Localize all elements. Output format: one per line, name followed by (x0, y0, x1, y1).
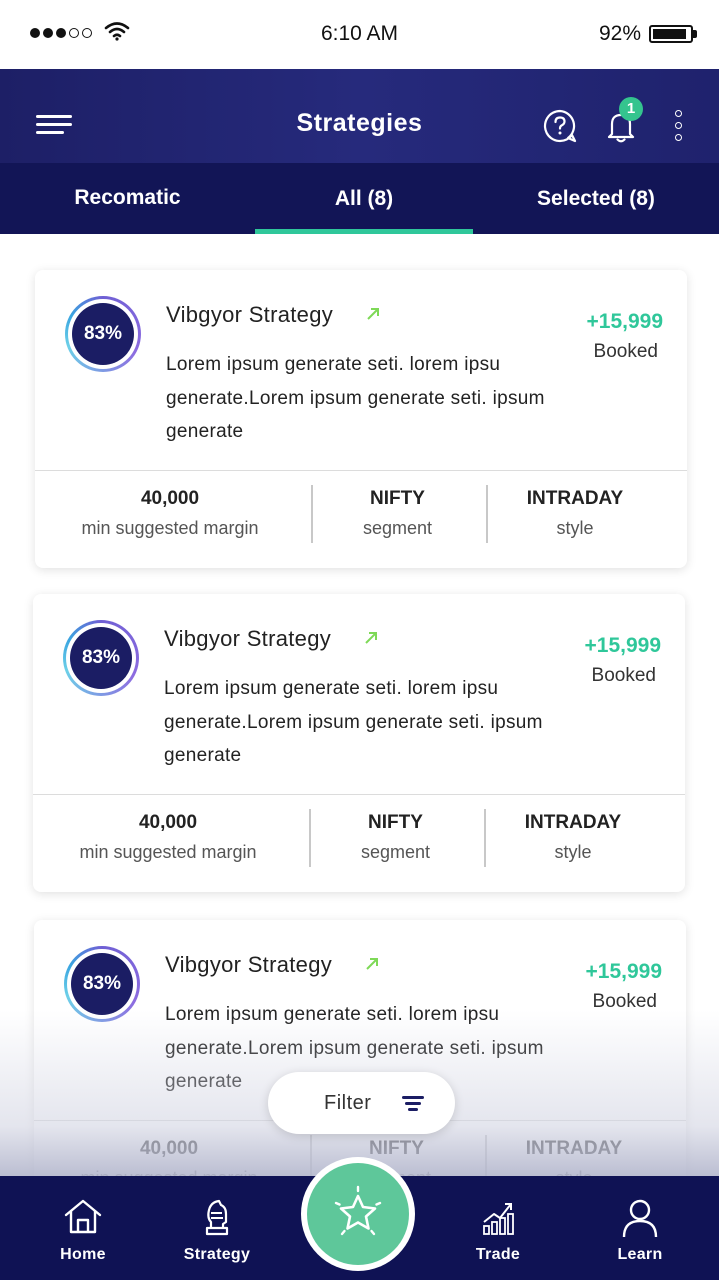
battery-icon (649, 25, 693, 43)
strategy-card[interactable]: 83% Vibgyor Strategy Lorem ipsum generat… (33, 594, 685, 892)
tab-label: Recomatic (74, 186, 181, 209)
nav-trade[interactable]: Trade (445, 1176, 551, 1280)
pnl-status: Booked (593, 341, 658, 362)
style-label: style (554, 842, 592, 862)
status-bar: 6:10 AM 92% (0, 0, 719, 69)
home-icon (64, 1199, 102, 1234)
nav-strategy[interactable]: Strategy (164, 1176, 270, 1280)
style-label: style (556, 518, 594, 538)
tab-label: All (8) (334, 187, 394, 210)
strategy-description: Lorem ipsum generate seti. lorem ipsu ge… (164, 678, 543, 766)
bar-chart-icon (483, 1203, 514, 1235)
strategy-card[interactable]: 83% Vibgyor Strategy Lorem ipsum generat… (34, 920, 686, 1176)
user-icon (622, 1199, 658, 1238)
strategy-name: Vibgyor Strategy (165, 952, 333, 977)
style-stat: INTRADAY style (488, 812, 658, 863)
trend-up-icon (367, 308, 379, 320)
trend-up-icon (366, 958, 378, 970)
margin-label: min suggested margin (81, 518, 259, 538)
pnl-amount: +15,999 (584, 634, 662, 657)
stat-separator (310, 1135, 312, 1176)
tab-recomatic[interactable]: Recomatic (0, 163, 255, 234)
tab-bar: Recomatic All (8) Selected (8) (0, 163, 719, 234)
battery-tip (693, 30, 697, 38)
score-ring: 83% (63, 620, 139, 696)
filter-label: Filter (324, 1092, 372, 1114)
strategy-name: Vibgyor Strategy (164, 626, 332, 651)
stat-separator (311, 485, 313, 543)
style-value: INTRADAY (525, 1138, 623, 1159)
style-value: INTRADAY (524, 812, 622, 833)
pnl-amount: +15,999 (585, 960, 663, 983)
segment-value: NIFTY (370, 488, 425, 509)
card-divider (35, 470, 687, 471)
pnl-status: Booked (592, 991, 657, 1012)
trend-up-icon (365, 632, 377, 644)
nav-home-label: Home (60, 1246, 106, 1263)
margin-stat: 40,000 min suggested margin (55, 488, 285, 539)
nav-home[interactable]: Home (30, 1176, 136, 1280)
featured-star-button[interactable] (301, 1157, 415, 1271)
style-label: style (489, 1168, 659, 1176)
score-ring: 83% (64, 946, 140, 1022)
nav-strategy-label: Strategy (183, 1246, 251, 1263)
stat-separator (485, 1135, 487, 1176)
strategy-description: Lorem ipsum generate seti. lorem ipsu ge… (166, 354, 545, 442)
star-icon (334, 1185, 382, 1236)
stat-separator (486, 485, 488, 543)
score-value: 83% (71, 953, 133, 1015)
style-stat: INTRADAY style (490, 488, 660, 539)
margin-label: min suggested margin (54, 1168, 284, 1176)
pnl-status: Booked (591, 665, 656, 686)
margin-stat: 40,000 min suggested margin (53, 812, 283, 863)
nav-learn[interactable]: Learn (587, 1176, 693, 1280)
margin-value: 40,000 (140, 488, 200, 509)
style-value: INTRADAY (526, 488, 624, 509)
strategy-card[interactable]: 83% Vibgyor Strategy Lorem ipsum generat… (35, 270, 687, 568)
help-icon[interactable] (543, 109, 577, 143)
style-stat: INTRADAY style (489, 1138, 659, 1176)
strategy-name: Vibgyor Strategy (166, 302, 334, 327)
segment-value: NIFTY (368, 812, 423, 833)
pnl-amount: +15,999 (586, 310, 664, 333)
segment-stat: NIFTY segment (315, 488, 480, 539)
stat-separator (309, 809, 311, 867)
more-options-icon[interactable] (675, 110, 682, 141)
battery-percent: 92% (598, 22, 641, 45)
score-ring: 83% (65, 296, 141, 372)
margin-label: min suggested margin (79, 842, 257, 862)
score-value: 83% (70, 627, 132, 689)
stat-separator (484, 809, 486, 867)
tab-all[interactable]: All (8) (255, 163, 473, 234)
strategy-list[interactable]: 83% Vibgyor Strategy Lorem ipsum generat… (0, 234, 719, 1176)
margin-value: 40,000 (139, 1138, 199, 1159)
segment-label: segment (362, 518, 433, 538)
segment-stat: NIFTY segment (313, 812, 478, 863)
segment-value: NIFTY (369, 1138, 424, 1159)
margin-value: 40,000 (138, 812, 198, 833)
tab-label: Selected (8) (537, 187, 655, 210)
score-value: 83% (72, 303, 134, 365)
tab-selected[interactable]: Selected (8) (473, 163, 719, 234)
filter-button[interactable]: Filter (268, 1072, 455, 1134)
segment-label: segment (360, 842, 431, 862)
notification-badge: 1 (619, 97, 643, 121)
app-header: Strategies (0, 69, 719, 163)
card-divider (33, 794, 685, 795)
chess-knight-icon (205, 1199, 229, 1236)
margin-stat: 40,000 min suggested margin (54, 1138, 284, 1176)
nav-learn-label: Learn (617, 1246, 663, 1263)
filter-icon (402, 1095, 424, 1111)
nav-trade-label: Trade (475, 1246, 521, 1263)
